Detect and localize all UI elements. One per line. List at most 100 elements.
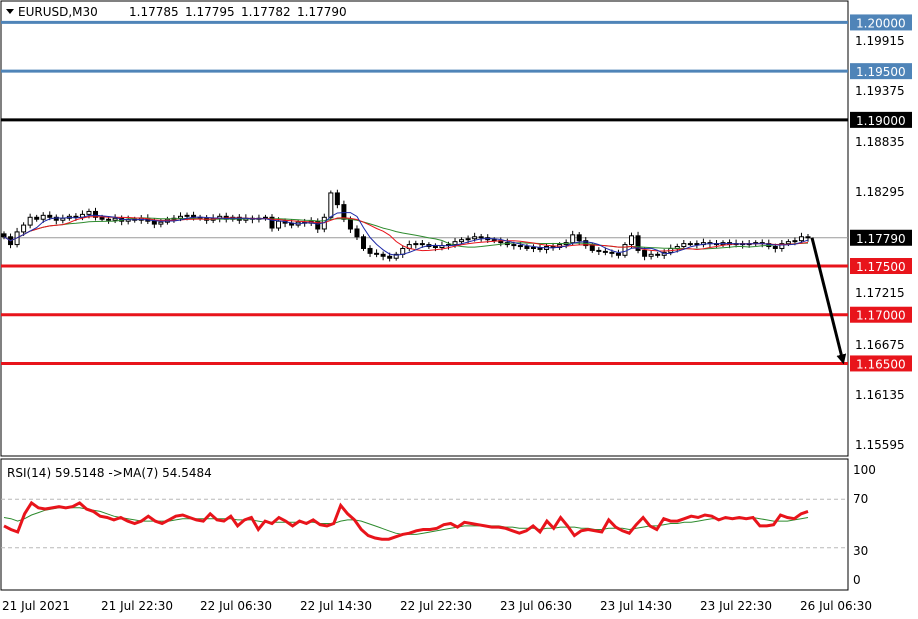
price-pane-frame: [0, 0, 849, 457]
price-badge-label: 1.16500: [856, 357, 906, 371]
candle-body: [459, 239, 465, 243]
candle-body: [642, 249, 648, 257]
candle-body: [602, 250, 608, 253]
price-tick-label: 1.17215: [855, 286, 905, 300]
candle-body: [694, 243, 700, 246]
candle-body: [772, 246, 778, 249]
time-tick-label: 23 Jul 14:30: [600, 599, 672, 613]
price-tick-label: 1.18835: [855, 135, 905, 149]
candle-body: [1, 233, 7, 238]
candle-body: [452, 241, 458, 246]
candle-body: [472, 236, 478, 240]
candle-body: [432, 246, 438, 249]
candle-body: [40, 214, 46, 220]
time-axis: 21 Jul 2021 21 Jul 22:30 22 Jul 06:30 22…: [2, 599, 872, 613]
price-pane: EURUSD,M30 1.17785 1.17795 1.17782 1.177…: [0, 0, 849, 457]
candle-body: [34, 216, 40, 220]
time-tick-label: 22 Jul 22:30: [400, 599, 472, 613]
candle-body: [387, 255, 393, 259]
candle-body: [648, 253, 654, 257]
ohlc-close: 1.17790: [297, 5, 347, 19]
candle-body: [374, 252, 380, 255]
candle-body: [615, 252, 621, 256]
candle-body: [86, 210, 92, 215]
candle: [622, 242, 628, 258]
price-tick-label: 1.16135: [855, 388, 905, 402]
candle-body: [622, 244, 628, 256]
price-badge-label: 1.17000: [856, 309, 906, 323]
price-tick-label: 1.19915: [855, 34, 905, 48]
candle: [361, 234, 367, 251]
candle-body: [465, 238, 471, 241]
candle-body: [354, 228, 360, 238]
candle-body: [177, 215, 183, 219]
chart-canvas: EURUSD,M30 1.17785 1.17795 1.17782 1.177…: [0, 0, 918, 619]
price-badge-label: 1.19500: [856, 65, 906, 79]
candle-body: [478, 236, 484, 239]
price-badge-label: 1.17500: [856, 260, 906, 274]
time-tick-label: 22 Jul 06:30: [200, 599, 272, 613]
candle-body: [792, 240, 798, 243]
rsi-label: RSI(14) 59.5148 ->MA(7) 54.5484: [7, 466, 212, 480]
candle-body: [524, 246, 530, 249]
price-tick-label: 1.16675: [855, 338, 905, 352]
candle-body: [491, 239, 497, 242]
candle-body: [629, 235, 635, 246]
candle-body: [73, 215, 79, 218]
rsi-tick-label: 70: [853, 492, 868, 506]
ohlc-high: 1.17795: [185, 5, 235, 19]
candle-body: [805, 236, 811, 239]
candle-body: [570, 234, 576, 244]
rsi-tick-label: 30: [853, 544, 868, 558]
candle-body: [798, 236, 804, 242]
time-tick-label: 26 Jul 06:30: [800, 599, 872, 613]
candle-body: [334, 192, 340, 206]
candle-body: [596, 249, 602, 252]
candle-body: [687, 243, 693, 246]
symbol-name: EURUSD,M30: [18, 5, 98, 19]
candle-body: [517, 245, 523, 248]
price-tick-label: 1.19375: [855, 84, 905, 98]
price-tick-label: 1.18295: [855, 185, 905, 199]
candle-body: [380, 253, 386, 257]
candle-body: [681, 243, 687, 248]
candle-body: [106, 218, 112, 221]
ohlc-low: 1.17782: [241, 5, 291, 19]
rsi-tick-label: 0: [853, 573, 861, 587]
price-badge-label: 1.20000: [856, 16, 906, 30]
candle-body: [341, 204, 347, 220]
price-tick-label: 1.15595: [855, 438, 905, 452]
candle-body: [328, 192, 334, 218]
candle-body: [361, 236, 367, 249]
candle-body: [530, 246, 536, 249]
candle-body: [419, 243, 425, 246]
candle-body: [347, 218, 353, 230]
candle-body: [413, 243, 419, 246]
time-tick-label: 21 Jul 2021: [2, 599, 70, 613]
candle-body: [785, 241, 791, 245]
candle-body: [367, 247, 373, 254]
candle-body: [47, 214, 53, 218]
ohlc-open: 1.17785: [129, 5, 179, 19]
candle-body: [511, 244, 517, 247]
candle-body: [576, 234, 582, 242]
time-tick-label: 22 Jul 14:30: [300, 599, 372, 613]
time-tick-label: 21 Jul 22:30: [101, 599, 173, 613]
candle-body: [112, 217, 118, 221]
candle-body: [151, 220, 157, 225]
candle-body: [609, 251, 615, 254]
time-tick-label: 23 Jul 06:30: [500, 599, 572, 613]
candle-body: [27, 216, 33, 226]
rsi-pane: RSI(14) 59.5148 ->MA(7) 54.5484 100 70 3…: [0, 458, 876, 591]
price-badge-label: 1.17790: [856, 232, 906, 246]
time-tick-label: 23 Jul 22:30: [700, 599, 772, 613]
candle-body: [21, 224, 27, 233]
candle-body: [276, 220, 282, 229]
rsi-tick-label: 100: [853, 463, 876, 477]
candle-body: [184, 214, 190, 217]
candle-body: [655, 253, 661, 256]
candle-body: [99, 216, 105, 220]
candle-body: [589, 245, 595, 251]
price-badge-label: 1.19000: [856, 114, 906, 128]
candle-body: [158, 221, 164, 225]
